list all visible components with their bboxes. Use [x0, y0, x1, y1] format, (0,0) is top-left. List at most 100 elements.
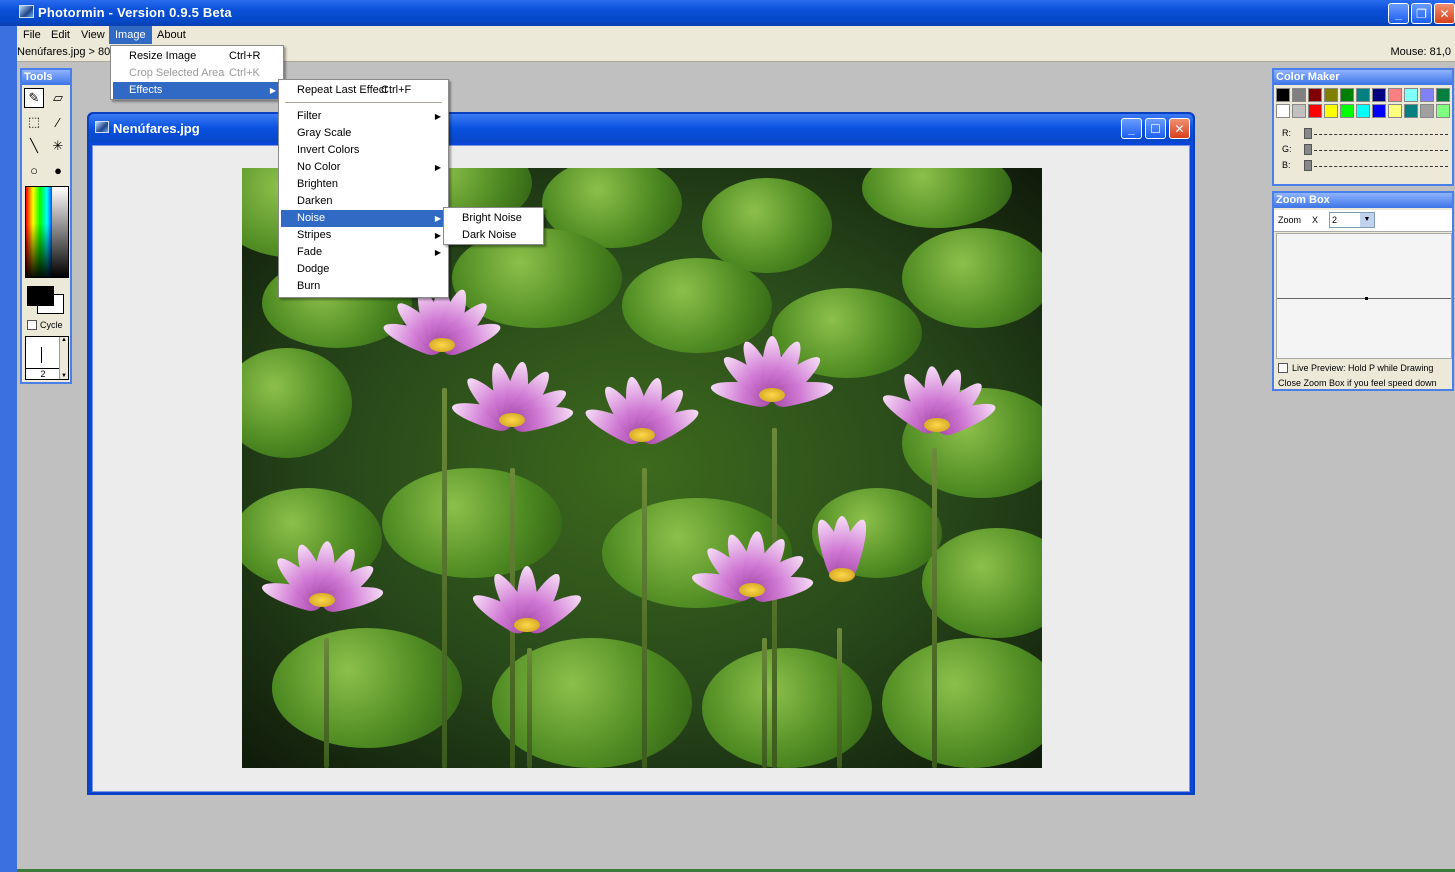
menu-edit[interactable]: Edit [45, 26, 76, 44]
desktop-edge [0, 26, 17, 872]
resize-image-item[interactable]: Resize Image Ctrl+R [113, 48, 281, 65]
image-window-title: Nenúfares.jpg [113, 121, 200, 136]
foreground-color[interactable] [27, 286, 54, 306]
blue-slider-knob[interactable] [1304, 160, 1312, 171]
effect-no-color-item[interactable]: No Color ▶ [281, 159, 446, 176]
effect-burn-item[interactable]: Burn [281, 278, 446, 295]
close-button[interactable]: ✕ [1434, 3, 1455, 24]
palette-swatch[interactable] [1308, 104, 1322, 118]
palette-swatch[interactable] [1292, 104, 1306, 118]
image-window-titlebar[interactable]: Nenúfares.jpg _ ☐ ✕ [89, 114, 1193, 142]
pencil-tool-icon[interactable]: ✎ [24, 88, 44, 108]
cycle-option[interactable]: Cycle [27, 320, 63, 330]
menu-separator [285, 102, 442, 103]
spin-up-icon[interactable]: ▲ [61, 337, 67, 343]
palette-swatch[interactable] [1356, 104, 1370, 118]
palette-swatch[interactable] [1404, 104, 1418, 118]
palette-swatch[interactable] [1372, 88, 1386, 102]
brightness-bar[interactable] [52, 187, 68, 277]
effect-gray-scale-item[interactable]: Gray Scale [281, 125, 446, 142]
palette-swatch[interactable] [1324, 104, 1338, 118]
zoom-factor-value: 2 [1332, 215, 1338, 225]
palette-swatch[interactable] [1404, 88, 1418, 102]
lily-pad [622, 258, 772, 353]
effect-burn-label: Burn [297, 280, 321, 292]
lily-pad [882, 638, 1042, 768]
brush-size-box[interactable]: 2 ▲ ▼ [25, 336, 69, 380]
cycle-checkbox[interactable] [27, 320, 37, 330]
zoom-label: Zoom [1278, 215, 1302, 225]
palette-swatch[interactable] [1308, 88, 1322, 102]
menu-about[interactable]: About [151, 26, 192, 44]
palette-swatch[interactable] [1420, 104, 1434, 118]
effect-brighten-item[interactable]: Brighten [281, 176, 446, 193]
image-canvas-area[interactable] [92, 145, 1190, 792]
submenu-arrow-icon: ▶ [434, 248, 441, 257]
palette-swatch[interactable] [1340, 88, 1354, 102]
red-slider-knob[interactable] [1304, 128, 1312, 139]
palette-swatch[interactable] [1276, 104, 1290, 118]
image-minimize-button[interactable]: _ [1121, 118, 1142, 139]
red-slider-track[interactable] [1304, 134, 1448, 135]
live-preview-option[interactable]: Live Preview: Hold P while Drawing [1278, 363, 1433, 373]
flower-stem [932, 448, 937, 768]
blue-slider-track[interactable] [1304, 166, 1448, 167]
palette-swatch[interactable] [1372, 104, 1386, 118]
palette-swatch[interactable] [1292, 88, 1306, 102]
crop-selected-item[interactable]: Crop Selected Area Ctrl+K [113, 65, 281, 82]
effect-filter-item[interactable]: Filter ▶ [281, 108, 446, 125]
eyedropper-tool-icon[interactable]: ⁄ [48, 112, 68, 132]
effect-darken-item[interactable]: Darken [281, 193, 446, 210]
palette-swatch[interactable] [1436, 104, 1450, 118]
menu-image[interactable]: Image [109, 26, 152, 44]
lily-pad [902, 228, 1042, 328]
palette-swatch[interactable] [1388, 88, 1402, 102]
live-preview-checkbox[interactable] [1278, 363, 1288, 373]
spin-down-icon[interactable]: ▼ [61, 373, 67, 379]
effect-stripes-item[interactable]: Stripes ▶ [281, 227, 446, 244]
image-maximize-button[interactable]: ☐ [1145, 118, 1166, 139]
bright-noise-item[interactable]: Bright Noise [446, 210, 541, 227]
effect-dodge-item[interactable]: Dodge [281, 261, 446, 278]
chevron-down-icon[interactable]: ▼ [1360, 213, 1374, 227]
palette-swatch[interactable] [1340, 104, 1354, 118]
dark-noise-label: Dark Noise [462, 229, 517, 241]
color-spectrum[interactable] [25, 186, 69, 278]
green-slider-track[interactable] [1304, 150, 1448, 151]
green-slider-knob[interactable] [1304, 144, 1312, 155]
palette-swatch[interactable] [1436, 88, 1450, 102]
minimize-button[interactable]: _ [1388, 3, 1409, 24]
restore-button[interactable]: ❐ [1411, 3, 1432, 24]
brush-preview [41, 347, 42, 363]
zoom-center-dot [1365, 297, 1368, 300]
effect-noise-item[interactable]: Noise ▶ [281, 210, 446, 227]
effect-invert-colors-item[interactable]: Invert Colors [281, 142, 446, 159]
dark-noise-item[interactable]: Dark Noise [446, 227, 541, 244]
ellipse-tool-icon[interactable]: ○ [24, 160, 44, 180]
palette-swatch[interactable] [1324, 88, 1338, 102]
spray-tool-icon[interactable]: ✳ [48, 136, 68, 156]
blue-label: B: [1282, 160, 1291, 170]
effects-item[interactable]: Effects ▶ [113, 82, 281, 99]
line-tool-icon[interactable]: ╲ [24, 136, 44, 156]
eraser-tool-icon[interactable]: ▱ [48, 88, 68, 108]
image-close-button[interactable]: ✕ [1169, 118, 1190, 139]
fill-tool-icon[interactable]: ● [48, 160, 68, 180]
tools-panel: Tools ✎ ▱ ⬚ ⁄ ╲ ✳ ○ ● Cycle 2 ▲ ▼ [20, 68, 72, 384]
flower-stem [442, 388, 447, 768]
effect-fade-item[interactable]: Fade ▶ [281, 244, 446, 261]
palette-swatch[interactable] [1420, 88, 1434, 102]
menu-view[interactable]: View [75, 26, 111, 44]
rect-select-tool-icon[interactable]: ⬚ [24, 112, 44, 132]
zoom-factor-select[interactable]: 2 ▼ [1329, 212, 1375, 228]
effect-invert-colors-label: Invert Colors [297, 144, 360, 156]
palette-swatch[interactable] [1356, 88, 1370, 102]
lily-pad [382, 468, 562, 578]
palette-swatch[interactable] [1388, 104, 1402, 118]
menu-file[interactable]: File [17, 26, 47, 44]
repeat-last-effect-item[interactable]: Repeat Last Effect Ctrl+F [281, 82, 446, 99]
palette-swatch[interactable] [1276, 88, 1290, 102]
zoom-crosshair [1277, 298, 1451, 299]
brush-size-spinner[interactable]: ▲ ▼ [59, 337, 68, 379]
flower-stem [324, 638, 329, 768]
